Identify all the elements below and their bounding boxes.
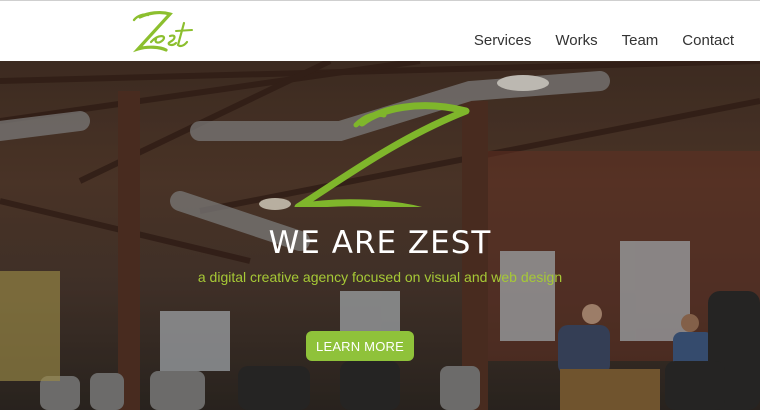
hero-section: WE ARE ZEST a digital creative agency fo… <box>0 61 760 410</box>
learn-more-button[interactable]: LEARN MORE <box>306 331 414 361</box>
top-navbar: Services Works Team Contact <box>0 0 760 61</box>
hero-title: WE ARE ZEST <box>268 225 492 261</box>
nav-works[interactable]: Works <box>555 32 597 50</box>
nav-team[interactable]: Team <box>622 32 659 50</box>
hero-tagline: a digital creative agency focused on vis… <box>197 269 563 285</box>
main-nav: Services Works Team Contact <box>474 32 734 50</box>
zest-z-mark <box>294 102 470 207</box>
nav-services[interactable]: Services <box>474 32 532 50</box>
zest-logo <box>132 10 193 53</box>
nav-contact[interactable]: Contact <box>682 32 734 50</box>
